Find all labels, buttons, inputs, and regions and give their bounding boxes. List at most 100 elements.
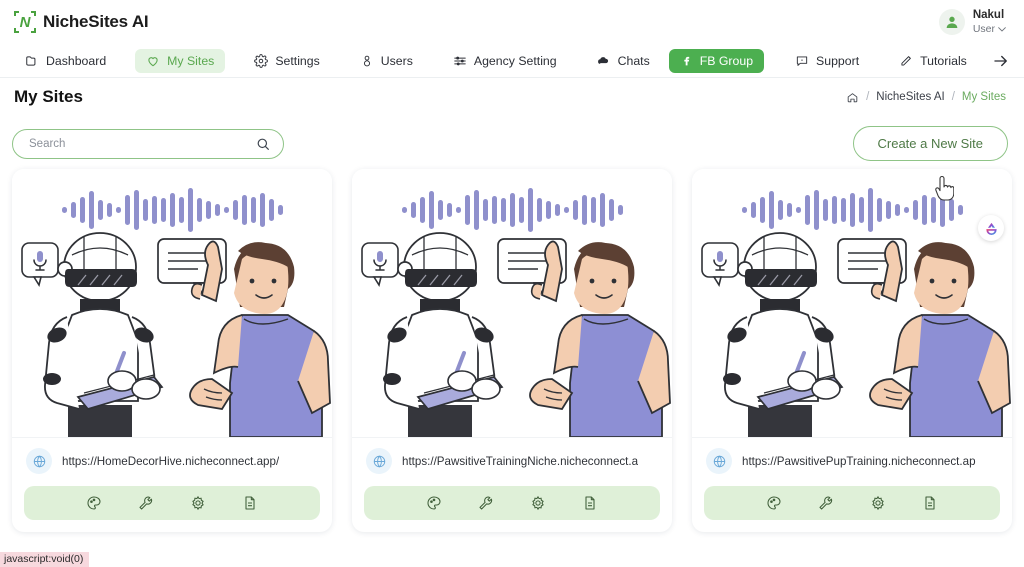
waveform-bar — [500, 198, 506, 222]
waveform-bar — [277, 205, 283, 215]
waveform-bar — [536, 198, 542, 222]
waveform-bar — [491, 196, 497, 224]
waveform-bar — [894, 204, 900, 216]
site-card[interactable]: https://PawsitivePupTraining.nicheconnec… — [692, 169, 1012, 532]
waveform-bar — [599, 193, 605, 227]
brand-name: NicheSites AI — [43, 12, 149, 31]
palette-icon[interactable] — [426, 495, 442, 511]
globe-icon — [26, 448, 52, 474]
home-icon[interactable] — [846, 91, 859, 104]
user-avatar-icon — [938, 9, 965, 35]
waveform-graphic — [692, 185, 1012, 235]
waveform-bar — [455, 207, 461, 213]
page-title: My Sites — [14, 87, 83, 106]
waveform-bar — [921, 195, 927, 225]
site-url[interactable]: https://PawsitivePupTraining.nicheconnec… — [742, 455, 976, 468]
gear-icon[interactable] — [870, 495, 886, 511]
sliders-icon — [453, 54, 467, 68]
nav-label-my-sites: My Sites — [167, 53, 215, 68]
globe-icon — [366, 448, 392, 474]
site-url-row[interactable]: https://HomeDecorHive.nicheconnect.app/ — [12, 437, 332, 486]
site-card[interactable]: https://PawsitiveTrainingNiche.nicheconn… — [352, 169, 672, 532]
waveform-bar — [482, 199, 488, 221]
waveform-bar — [858, 197, 864, 223]
top-bar: N NicheSites AI Nakul User — [0, 0, 1024, 44]
site-url-row[interactable]: https://PawsitivePupTraining.nicheconnec… — [692, 437, 1012, 486]
nav-label-tutorials: Tutorials — [920, 53, 967, 68]
nav-item-dashboard[interactable]: Dashboard — [14, 49, 117, 73]
waveform-bar — [590, 197, 596, 223]
site-url[interactable]: https://PawsitiveTrainingNiche.nicheconn… — [402, 455, 638, 468]
site-url-row[interactable]: https://PawsitiveTrainingNiche.nicheconn… — [352, 437, 672, 486]
nav-item-tutorials[interactable]: Tutorials — [888, 49, 978, 73]
app-window: N NicheSites AI Nakul User Dashboard My … — [0, 0, 1024, 567]
user-name: Nakul — [972, 9, 1005, 22]
users-icon — [360, 54, 374, 68]
gear-icon[interactable] — [530, 495, 546, 511]
nav-item-my-sites[interactable]: My Sites — [135, 48, 226, 73]
waveform-bar — [88, 191, 94, 229]
gear-icon — [254, 53, 269, 68]
waveform-bar — [196, 198, 202, 222]
robot-person-scene — [12, 229, 332, 437]
brand-logo[interactable]: N NicheSites AI — [14, 11, 149, 33]
waveform-bar — [464, 195, 470, 225]
waveform-bar — [813, 190, 819, 230]
waveform-bar — [831, 196, 837, 224]
breadcrumb-current: My Sites — [961, 91, 1006, 103]
palette-icon[interactable] — [86, 495, 102, 511]
waveform-bar — [768, 191, 774, 229]
waveform-bar — [169, 193, 175, 227]
waveform-bar — [106, 203, 112, 217]
document-icon[interactable] — [922, 495, 938, 511]
search-box[interactable] — [12, 128, 284, 159]
search-icon[interactable] — [255, 136, 271, 152]
waveform-bar — [446, 203, 452, 217]
breadcrumb-separator-2: / — [951, 91, 955, 103]
robot-figure — [723, 232, 844, 437]
waveform-bar — [750, 202, 756, 218]
waveform-bar — [79, 197, 85, 223]
create-new-site-button[interactable]: Create a New Site — [852, 126, 1008, 161]
nav-item-settings[interactable]: Settings — [243, 49, 330, 73]
site-card[interactable]: https://HomeDecorHive.nicheconnect.app/ — [12, 169, 332, 532]
waveform-bar — [205, 201, 211, 219]
gear-icon[interactable] — [190, 495, 206, 511]
breadcrumb-parent[interactable]: NicheSites AI — [876, 91, 944, 103]
waveform-bar — [876, 198, 882, 222]
waveform-bar — [232, 200, 238, 220]
nav-item-fb-group[interactable]: FB Group — [668, 48, 765, 73]
nav-item-agency-setting[interactable]: Agency Setting — [442, 49, 568, 73]
waveform-bar — [115, 207, 121, 213]
arrow-right-icon[interactable] — [992, 52, 1010, 70]
waveform-bar — [187, 188, 193, 232]
nav-item-chats[interactable]: Chats — [586, 49, 661, 73]
robot-figure — [43, 232, 164, 437]
waveform-bar — [849, 193, 855, 227]
document-icon[interactable] — [582, 495, 598, 511]
person-figure — [529, 240, 671, 437]
facebook-icon — [680, 54, 693, 67]
wrench-icon[interactable] — [818, 495, 834, 511]
waveform-bar — [795, 207, 801, 213]
mic-bubble — [361, 242, 399, 288]
globe-icon — [706, 448, 732, 474]
palette-icon[interactable] — [766, 495, 782, 511]
site-url[interactable]: https://HomeDecorHive.nicheconnect.app/ — [62, 455, 279, 468]
waveform-bar — [151, 196, 157, 224]
waveform-bar — [948, 199, 954, 221]
waveform-bar — [160, 198, 166, 222]
document-icon[interactable] — [242, 495, 258, 511]
heart-icon — [146, 54, 160, 68]
mic-bubble — [21, 242, 59, 288]
search-input[interactable] — [29, 137, 255, 150]
waveform-bar — [563, 207, 569, 213]
waveform-bar — [786, 203, 792, 217]
ai-assistant-badge-icon[interactable] — [978, 215, 1004, 241]
brand-mark-icon: N — [14, 11, 36, 33]
wrench-icon[interactable] — [478, 495, 494, 511]
nav-item-users[interactable]: Users — [349, 49, 424, 73]
wrench-icon[interactable] — [138, 495, 154, 511]
user-menu[interactable]: Nakul User — [938, 9, 1006, 35]
nav-item-support[interactable]: Support — [784, 49, 870, 73]
